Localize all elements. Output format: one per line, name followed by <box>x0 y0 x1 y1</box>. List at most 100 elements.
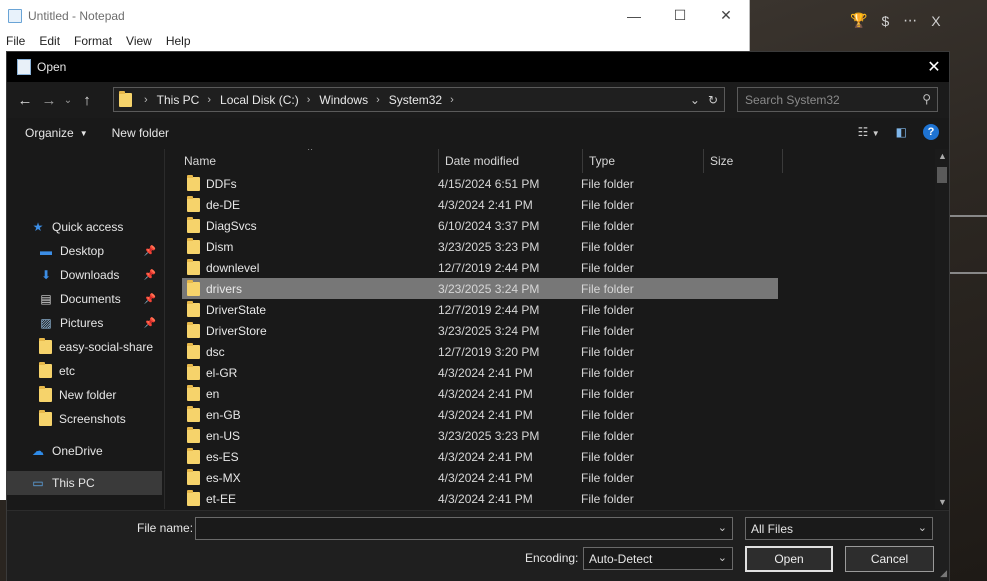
nav-item-etc[interactable]: etc <box>7 359 162 383</box>
new-folder-button[interactable]: New folder <box>100 126 181 140</box>
folder-icon <box>39 386 52 402</box>
menu-item-file[interactable]: File <box>6 34 25 48</box>
breadcrumb-item[interactable]: Local Disk (C:) <box>220 93 299 107</box>
date-modified-cell: 4/15/2024 6:51 PM <box>438 176 540 191</box>
encoding-select[interactable]: Auto-Detect ⌄ <box>583 547 733 570</box>
back-arrow-icon[interactable]: ← <box>13 88 37 112</box>
type-cell: File folder <box>581 407 634 422</box>
scroll-down-icon[interactable]: ▼ <box>938 497 947 507</box>
file-name-cell: el-GR <box>182 363 435 380</box>
breadcrumb-chevron-icon[interactable]: › <box>450 94 454 106</box>
file-name-cell: de-DE <box>182 195 435 212</box>
menu-item-edit[interactable]: Edit <box>39 34 60 48</box>
file-name-input[interactable] <box>201 521 732 536</box>
table-row[interactable]: downlevel 12/7/2019 2:44 PM File folder <box>182 257 778 278</box>
search-input[interactable] <box>745 92 915 107</box>
breadcrumb-item[interactable]: Windows <box>319 93 368 107</box>
refresh-icon[interactable]: ↻ <box>708 93 718 107</box>
breadcrumb-item[interactable]: System32 <box>389 93 442 107</box>
address-history-chevron-icon[interactable]: ⌄ <box>690 93 700 107</box>
file-name: downlevel <box>206 260 260 275</box>
nav-item-this-pc[interactable]: ▭ This PC <box>7 471 162 495</box>
recent-locations-chevron-icon[interactable]: ⌄ <box>61 88 75 112</box>
nav-item-onedrive[interactable]: ☁ OneDrive <box>7 439 162 463</box>
folder-icon <box>187 426 200 443</box>
change-view-icon[interactable]: ☷ ▼ <box>858 125 880 139</box>
table-row[interactable]: es-MX 4/3/2024 2:41 PM File folder <box>182 467 778 488</box>
table-row[interactable]: es-ES 4/3/2024 2:41 PM File folder <box>182 446 778 467</box>
breadcrumb-chevron-icon[interactable]: › <box>376 94 380 106</box>
file-name-cell: drivers <box>182 279 435 296</box>
file-type-select[interactable]: All Files ⌄ <box>745 517 933 540</box>
breadcrumb-chevron-icon[interactable]: › <box>144 94 148 106</box>
up-arrow-icon[interactable]: ↑ <box>75 88 99 112</box>
column-header-size[interactable]: Size <box>704 149 783 173</box>
maximize-icon[interactable]: ☐ <box>657 0 703 31</box>
nav-item-new-folder[interactable]: New folder <box>7 383 162 407</box>
nav-item-label: Desktop <box>60 244 105 258</box>
menu-item-help[interactable]: Help <box>166 34 191 48</box>
vertical-scrollbar[interactable]: ▲ ▼ <box>935 149 949 509</box>
trophy-icon[interactable]: 🏆 <box>850 12 867 29</box>
table-row[interactable]: DDFs 4/15/2024 6:51 PM File folder <box>182 173 778 194</box>
preview-pane-icon[interactable]: ◧ <box>896 125 907 139</box>
table-row[interactable]: drivers 3/23/2025 3:24 PM File folder <box>182 278 778 299</box>
nav-item-desktop[interactable]: ▬ Desktop 📌 <box>7 239 162 263</box>
scrollbar-thumb[interactable] <box>937 167 947 183</box>
resize-grip-icon[interactable]: ◢ <box>940 568 947 579</box>
table-row[interactable]: en-US 3/23/2025 3:23 PM File folder <box>182 425 778 446</box>
nav-item-downloads[interactable]: ⬇ Downloads 📌 <box>7 263 162 287</box>
column-header-date[interactable]: Date modified <box>439 149 583 173</box>
dialog-footer: File name: ⌄ All Files ⌄ Encoding: Auto-… <box>7 510 949 581</box>
type-cell: File folder <box>581 239 634 254</box>
table-row[interactable]: et-EE 4/3/2024 2:41 PM File folder <box>182 488 778 509</box>
menu-item-format[interactable]: Format <box>74 34 112 48</box>
cancel-button[interactable]: Cancel <box>845 546 934 572</box>
table-row[interactable]: el-GR 4/3/2024 2:41 PM File folder <box>182 362 778 383</box>
file-name-combo[interactable]: ⌄ <box>195 517 733 540</box>
nav-item-documents[interactable]: ▤ Documents 📌 <box>7 287 162 311</box>
table-row[interactable]: en 4/3/2024 2:41 PM File folder <box>182 383 778 404</box>
notepad-window-controls: — ☐ ✕ <box>611 0 749 31</box>
file-name-cell: es-ES <box>182 447 435 464</box>
column-header-name[interactable]: ^ Name <box>166 149 439 173</box>
nav-item-quick-access[interactable]: ★ Quick access <box>7 215 162 239</box>
folder-icon <box>39 362 52 378</box>
breadcrumb-chevron-icon[interactable]: › <box>207 94 211 106</box>
table-row[interactable]: DiagSvcs 6/10/2024 3:37 PM File folder <box>182 215 778 236</box>
table-row[interactable]: dsc 12/7/2019 3:20 PM File folder <box>182 341 778 362</box>
minimize-icon[interactable]: — <box>611 0 657 31</box>
table-row[interactable]: DriverState 12/7/2019 2:44 PM File folder <box>182 299 778 320</box>
nav-item-pictures[interactable]: ▨ Pictures 📌 <box>7 311 162 335</box>
nav-item-label: easy-social-share <box>59 340 154 354</box>
file-name: es-MX <box>206 470 241 485</box>
close-icon[interactable]: ✕ <box>703 0 749 31</box>
address-bar[interactable]: › This PC › Local Disk (C:) › Windows › System3… <box>113 87 725 112</box>
chevron-down-icon[interactable]: ⌄ <box>718 521 727 534</box>
scroll-up-icon[interactable]: ▲ <box>938 151 947 161</box>
downloads-icon: ⬇ <box>40 268 52 282</box>
more-icon[interactable]: ⋯ <box>903 12 917 29</box>
table-row[interactable]: DriverStore 3/23/2025 3:24 PM File folder <box>182 320 778 341</box>
column-header-type[interactable]: Type <box>583 149 704 173</box>
dollar-icon[interactable]: $ <box>881 13 889 29</box>
help-icon[interactable]: ? <box>923 124 939 140</box>
open-button[interactable]: Open <box>745 546 833 572</box>
forward-arrow-icon[interactable]: → <box>37 88 61 112</box>
dialog-close-icon[interactable]: ✕ <box>919 52 949 82</box>
nav-item-easy-social-share[interactable]: easy-social-share <box>7 335 162 359</box>
new-folder-label: New folder <box>111 126 169 140</box>
organize-button[interactable]: Organize ▼ <box>7 126 100 140</box>
table-row[interactable]: Dism 3/23/2025 3:23 PM File folder <box>182 236 778 257</box>
column-header-label: Type <box>589 154 616 168</box>
breadcrumb-item[interactable]: This PC <box>157 93 200 107</box>
menu-item-view[interactable]: View <box>126 34 152 48</box>
table-row[interactable]: de-DE 4/3/2024 2:41 PM File folder <box>182 194 778 215</box>
nav-item-screenshots[interactable]: Screenshots <box>7 407 162 431</box>
close-icon[interactable]: X <box>931 13 940 29</box>
folder-icon <box>187 279 200 296</box>
dialog-title: Open <box>37 60 67 74</box>
search-box[interactable]: ⚲ <box>737 87 938 112</box>
table-row[interactable]: en-GB 4/3/2024 2:41 PM File folder <box>182 404 778 425</box>
breadcrumb-chevron-icon[interactable]: › <box>307 94 311 106</box>
